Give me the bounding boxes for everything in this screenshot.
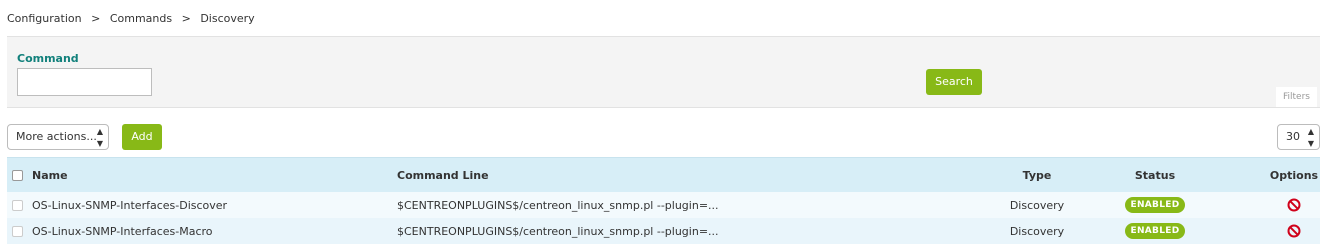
page-size-select[interactable]: 30 ▲ ▼ [1277, 124, 1320, 150]
row-checkbox[interactable] [12, 225, 23, 237]
breadcrumb-item-commands[interactable]: Commands [110, 12, 172, 25]
table-header: Name Command Line Type Status Options [7, 157, 1320, 192]
select-arrows-icon: ▲ ▼ [1307, 127, 1314, 148]
command-filter-label: Command [17, 52, 79, 65]
column-header-status: Status [1134, 168, 1176, 182]
disable-icon[interactable] [1287, 198, 1301, 212]
select-arrows-icon: ▲ ▼ [96, 127, 103, 148]
filters-panel: Command Search Filters [7, 36, 1320, 108]
command-name-link[interactable]: OS-Linux-SNMP-Interfaces-Discover [32, 192, 227, 218]
breadcrumb-item-discovery[interactable]: Discovery [200, 12, 254, 25]
options-cell [1272, 192, 1316, 218]
row-checkbox-cell [12, 218, 23, 244]
command-search-input[interactable] [17, 68, 152, 96]
add-button[interactable]: Add [122, 124, 162, 150]
status-cell: ENABLED [1115, 192, 1195, 218]
table-row: OS-Linux-SNMP-Interfaces-Macro $CENTREON… [7, 218, 1320, 244]
header-checkbox-cell [12, 158, 23, 192]
breadcrumb: Configuration > Commands > Discovery [7, 12, 255, 25]
column-header-type: Type [1022, 168, 1052, 182]
breadcrumb-separator: > [91, 12, 101, 25]
disable-icon[interactable] [1287, 224, 1301, 238]
status-badge: ENABLED [1124, 223, 1186, 239]
breadcrumb-item-configuration[interactable]: Configuration [7, 12, 82, 25]
command-type: Discovery [1009, 198, 1065, 212]
commands-table: Name Command Line Type Status Options OS… [7, 157, 1320, 244]
command-line-text: $CENTREONPLUGINS$/centreon_linux_snmp.pl… [397, 198, 719, 212]
command-line-text: $CENTREONPLUGINS$/centreon_linux_snmp.pl… [397, 224, 719, 238]
command-type: Discovery [1009, 224, 1065, 238]
select-all-checkbox[interactable] [12, 169, 23, 181]
more-actions-select[interactable]: More actions... ▲ ▼ [7, 124, 109, 150]
more-actions-label: More actions... [16, 130, 97, 143]
page-size-value: 30 [1286, 130, 1300, 143]
status-cell: ENABLED [1115, 218, 1195, 244]
row-checkbox-cell [12, 192, 23, 218]
status-badge: ENABLED [1124, 197, 1186, 213]
options-cell [1272, 218, 1316, 244]
table-row: OS-Linux-SNMP-Interfaces-Discover $CENTR… [7, 192, 1320, 218]
command-name-link[interactable]: OS-Linux-SNMP-Interfaces-Macro [32, 218, 213, 244]
column-header-options: Options [1269, 168, 1319, 182]
column-header-command-line: Command Line [397, 168, 489, 182]
search-button[interactable]: Search [926, 69, 982, 95]
breadcrumb-separator: > [181, 12, 191, 25]
row-checkbox[interactable] [12, 199, 23, 211]
filters-toggle[interactable]: Filters [1276, 87, 1317, 107]
column-header-name[interactable]: Name [32, 158, 68, 192]
